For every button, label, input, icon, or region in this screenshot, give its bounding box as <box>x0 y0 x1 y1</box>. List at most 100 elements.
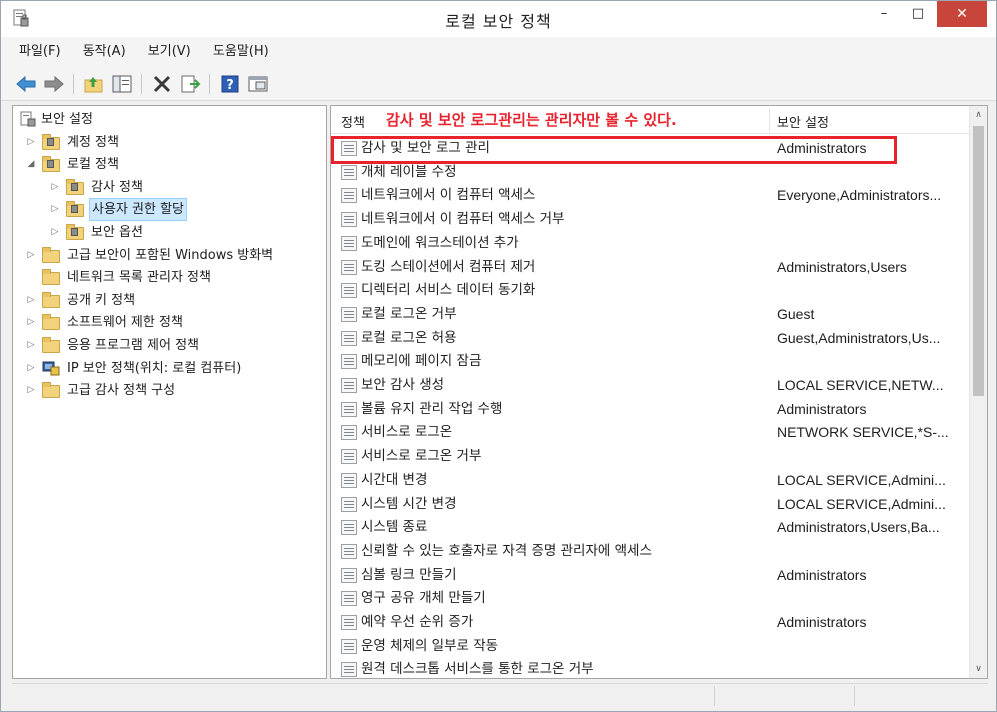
lock-folder-icon <box>42 133 60 150</box>
lock-folder-icon <box>66 224 84 240</box>
policy-icon <box>341 354 357 370</box>
policy-row[interactable]: 볼륨 유지 관리 작업 수행 Administrators <box>331 398 971 422</box>
policy-name: 원격 데스크톱 서비스를 통한 로그온 거부 <box>361 661 594 678</box>
policy-setting: Everyone,Administrators... <box>777 187 942 204</box>
policy-row[interactable]: 영구 공유 개체 만들기 <box>331 587 971 611</box>
delete-icon[interactable] <box>151 74 173 94</box>
folder-icon <box>42 291 60 308</box>
maximize-button[interactable]: □ <box>903 1 933 27</box>
policy-row[interactable]: 신뢰할 수 있는 호출자로 자격 증명 관리자에 액세스 <box>331 540 971 564</box>
policy-row[interactable]: 로컬 로그온 거부 Guest <box>331 303 971 327</box>
policy-row[interactable]: 시스템 시간 변경 LOCAL SERVICE,Admini... <box>331 493 971 517</box>
lock-folder-icon <box>42 156 60 173</box>
policy-setting: LOCAL SERVICE,NETW... <box>777 377 944 393</box>
expand-arrow-icon[interactable]: ▷ <box>25 379 37 402</box>
show-hide-tree-icon[interactable] <box>111 74 133 94</box>
policy-name: 디렉터리 서비스 데이터 동기화 <box>361 282 536 299</box>
scroll-down-button[interactable]: ∨ <box>970 660 987 678</box>
policy-icon <box>341 188 357 204</box>
policy-name: 보안 감사 생성 <box>361 377 445 393</box>
lock-folder-icon <box>66 178 84 195</box>
policy-row[interactable]: 네트워크에서 이 컴퓨터 액세스 Everyone,Administrators.… <box>331 184 971 208</box>
policy-setting: Administrators <box>777 614 867 630</box>
policy-row[interactable]: 메모리에 페이지 잠금 <box>331 350 971 374</box>
tree-item-label: 네트워크 목록 관리자 정책 <box>67 270 211 286</box>
tree-pane: 보안 설정 ▷ 계정 정책 ◢ 로컬 정책 ▷ 감사 정책 ▷ 사용자 권한 할당 ▷ 보안 옵션… <box>12 105 327 679</box>
policy-icon <box>341 212 357 228</box>
policy-icon <box>341 164 357 180</box>
policy-icon <box>341 638 357 654</box>
close-button[interactable]: ✕ <box>937 1 987 27</box>
collapse-arrow-icon[interactable]: ◢ <box>25 153 37 176</box>
policy-icon <box>341 235 357 251</box>
tree-item-label: 계정 정책 <box>67 134 119 150</box>
expand-arrow-icon[interactable]: ▷ <box>49 221 61 244</box>
expand-arrow-icon[interactable]: ▷ <box>25 289 37 312</box>
policy-icon <box>341 283 357 299</box>
menu-file[interactable]: 파일(F) <box>15 37 65 67</box>
vertical-scrollbar[interactable]: ∧ ∨ <box>969 106 987 678</box>
policy-name: 개체 레이블 수정 <box>361 163 457 180</box>
expand-arrow-icon[interactable]: ▷ <box>25 357 37 380</box>
policy-row[interactable]: 도메인에 워크스테이션 추가 <box>331 232 971 256</box>
policy-setting: Administrators <box>777 566 867 583</box>
policy-setting: Administrators <box>777 400 867 417</box>
policy-icon <box>341 543 357 559</box>
menu-help[interactable]: 도움말(H) <box>209 37 273 67</box>
help-icon[interactable]: ? <box>219 74 241 94</box>
expand-arrow-icon[interactable]: ▷ <box>25 311 37 334</box>
expand-arrow-icon[interactable]: ▷ <box>25 244 37 267</box>
forward-arrow-icon[interactable] <box>43 74 65 94</box>
column-divider[interactable] <box>769 108 770 132</box>
policy-icon <box>341 449 357 465</box>
policy-name: 시스템 종료 <box>361 519 428 536</box>
scroll-up-button[interactable]: ∧ <box>970 106 987 124</box>
column-header-policy[interactable]: 정책 <box>341 112 365 131</box>
column-header-security-setting[interactable]: 보안 설정 <box>777 112 829 131</box>
policy-row[interactable]: 개체 레이블 수정 <box>331 161 971 185</box>
policy-row[interactable]: 보안 감사 생성 LOCAL SERVICE,NETW... <box>331 374 971 398</box>
policy-row[interactable]: 운영 체제의 일부로 작동 <box>331 635 971 659</box>
policy-row[interactable]: 시간대 변경 LOCAL SERVICE,Admini... <box>331 469 971 493</box>
tree-item-label: 공개 키 정책 <box>67 292 136 308</box>
policy-setting: Guest <box>777 305 815 322</box>
menu-action[interactable]: 동작(A) <box>79 37 130 67</box>
ip-security-icon <box>42 360 60 376</box>
expand-arrow-icon[interactable]: ▷ <box>49 176 61 199</box>
up-folder-icon[interactable] <box>83 74 105 94</box>
policy-row[interactable]: 네트워크에서 이 컴퓨터 액세스 거부 <box>331 208 971 232</box>
expand-arrow-icon[interactable]: ▷ <box>25 131 37 154</box>
policy-icon <box>341 330 357 346</box>
tree-item-label: 소프트웨어 제한 정책 <box>67 315 183 331</box>
properties-icon[interactable] <box>247 74 269 94</box>
policy-row[interactable]: 예약 우선 순위 증가 Administrators <box>331 611 971 635</box>
policy-icon <box>341 306 357 322</box>
policy-name: 영구 공유 개체 만들기 <box>361 590 486 607</box>
policy-icon <box>341 567 357 583</box>
export-list-icon[interactable] <box>179 74 201 94</box>
policy-row[interactable]: 로컬 로그온 허용 Guest,Administrators,Us... <box>331 327 971 351</box>
policy-name: 심볼 링크 만들기 <box>361 566 457 583</box>
policy-row[interactable]: 도킹 스테이션에서 컴퓨터 제거 Administrators,Users <box>331 256 971 280</box>
policy-name: 운영 체제의 일부로 작동 <box>361 637 499 654</box>
policy-name: 시간대 변경 <box>361 471 428 488</box>
policy-name: 서비스로 로그온 <box>361 424 453 441</box>
policy-row[interactable]: 서비스로 로그온 거부 <box>331 445 971 469</box>
policy-row[interactable]: 심볼 링크 만들기 Administrators <box>331 564 971 588</box>
back-arrow-icon[interactable] <box>15 74 37 94</box>
policy-row[interactable]: 서비스로 로그온 NETWORK SERVICE,*S-... <box>331 421 971 445</box>
folder-icon <box>42 246 60 263</box>
policy-name: 네트워크에서 이 컴퓨터 액세스 거부 <box>361 211 565 228</box>
policy-row[interactable]: 시스템 종료 Administrators,Users,Ba... <box>331 516 971 540</box>
policy-row[interactable]: 원격 데스크톱 서비스를 통한 로그온 거부 <box>331 658 971 678</box>
expand-arrow-icon[interactable]: ▷ <box>49 198 61 221</box>
minimize-button[interactable]: – <box>869 1 899 27</box>
policy-row[interactable]: 디렉터리 서비스 데이터 동기화 <box>331 279 971 303</box>
policy-name: 예약 우선 순위 증가 <box>361 614 474 630</box>
expand-arrow-icon[interactable]: ▷ <box>25 334 37 357</box>
scroll-thumb[interactable] <box>973 126 984 396</box>
policy-setting: LOCAL SERVICE,Admini... <box>777 471 946 488</box>
svg-text:?: ? <box>226 78 234 93</box>
menu-view[interactable]: 보기(V) <box>144 37 195 67</box>
tree-item-label: 감사 정책 <box>91 179 143 195</box>
